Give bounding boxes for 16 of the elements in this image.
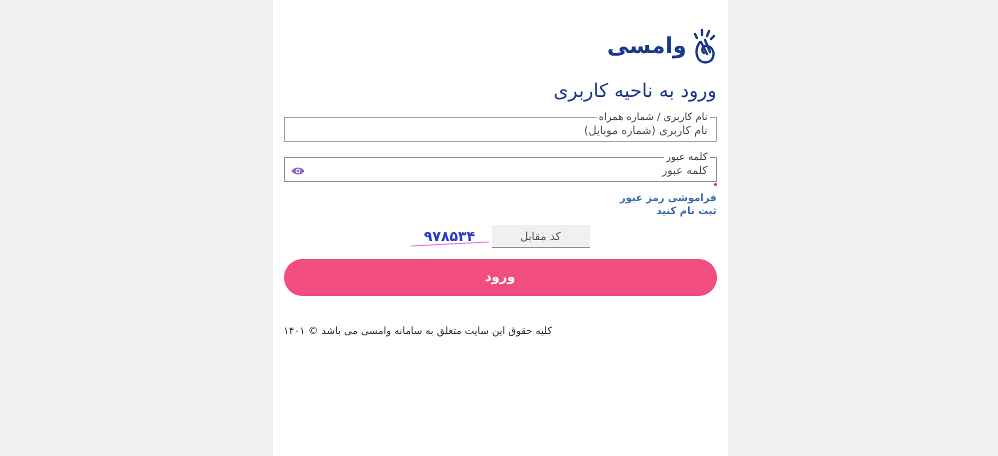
text-field[interactable]: نام کاربری / شماره همراه نام کاربری (شماره موبایل) [284,112,716,142]
text-field[interactable]: کلمه عبور کلمه عبور [284,152,716,182]
required-mark [714,183,716,186]
link[interactable]: فراموشی رمز عبور [620,192,716,205]
input-field[interactable]: نام کاربری (شماره موبایل) [290,123,710,138]
login-button[interactable]: ورود [284,259,716,296]
copyright-text: کلیه حقوق این سایت متعلق به سامانه وامسی می باشد © ۱۴۰۱ [284,326,552,337]
field-label: نام کاربری / شماره همراه [598,112,708,123]
page-title: ورود به ناحیه کاربری [552,80,716,102]
eye-icon[interactable] [290,166,304,176]
link[interactable]: ثبت نام کنید [656,205,716,218]
captcha-field[interactable]: کد مقابل [492,225,590,248]
input-field[interactable]: کلمه عبور [310,163,710,178]
brand-logo: وامسی [607,33,686,61]
field-label: کلمه عبور [664,152,708,163]
captcha-image: ۹۷۸۵۳۴ [410,226,488,246]
